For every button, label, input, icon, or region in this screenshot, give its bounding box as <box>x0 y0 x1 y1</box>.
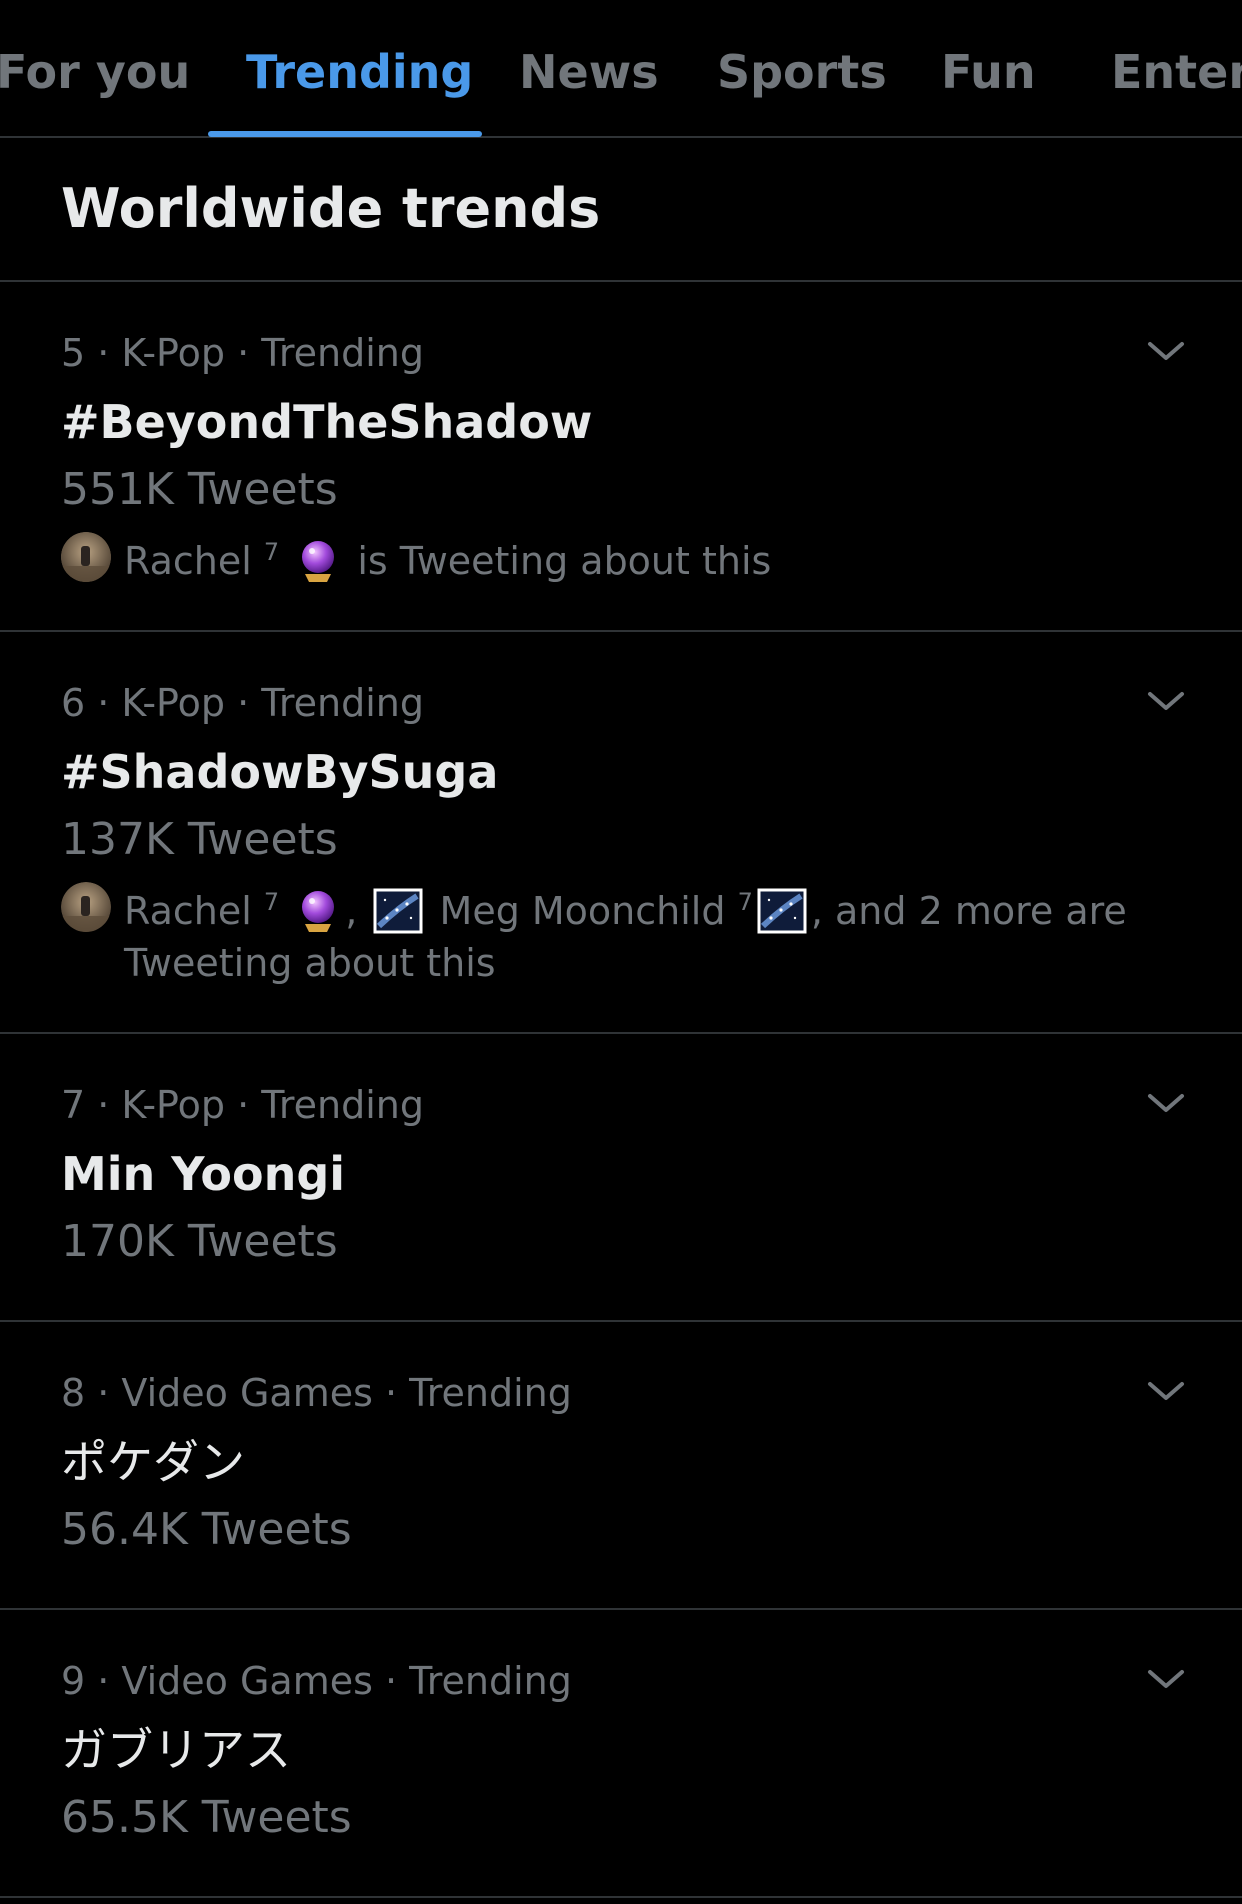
user-name[interactable]: Rachel <box>124 889 252 933</box>
user-badge: 7 <box>263 888 280 916</box>
active-tab-indicator <box>208 131 482 137</box>
tweet-count: 551K Tweets <box>61 464 338 515</box>
user-name[interactable]: Meg Moonchild <box>440 889 726 933</box>
tab-for-you[interactable]: For you <box>0 42 190 102</box>
trend-item[interactable]: 9 · Video Games · Trending ガブリアス 65.5K T… <box>0 1610 1242 1898</box>
trend-item[interactable]: 8 · Video Games · Trending ポケダン 56.4K Tw… <box>0 1322 1242 1610</box>
tab-entertainment[interactable]: Entert <box>1111 42 1242 102</box>
tweet-count: 170K Tweets <box>61 1216 338 1267</box>
user-badge: 7 <box>263 538 280 566</box>
user-badge: 7 <box>737 888 753 916</box>
tab-bar: For you Trending News Sports Fun Entert <box>0 0 1242 138</box>
trend-meta: 6 · K-Pop · Trending <box>61 681 424 725</box>
trend-item[interactable]: 7 · K-Pop · Trending Min Yoongi 170K Twe… <box>0 1034 1242 1322</box>
trend-item[interactable]: 6 · K-Pop · Trending #ShadowBySuga 137K … <box>0 632 1242 1034</box>
user-name[interactable]: Rachel <box>124 539 252 583</box>
tab-sports[interactable]: Sports <box>717 42 887 102</box>
avatar[interactable] <box>61 532 111 582</box>
trend-name: ポケダン <box>61 1435 245 1489</box>
milky-way-emoji <box>373 888 423 934</box>
trend-name: ガブリアス <box>61 1723 291 1777</box>
tweet-count: 56.4K Tweets <box>61 1504 352 1555</box>
avatar[interactable] <box>61 882 111 932</box>
crystal-ball-emoji <box>302 541 335 582</box>
chevron-down-icon[interactable] <box>1144 336 1188 366</box>
social-context-tail: is Tweeting about this <box>357 539 772 583</box>
separator: , <box>345 889 358 933</box>
social-context-text: Rachel 7 , Meg Moonchild 7 , and 2 more … <box>124 876 1204 989</box>
page-title: Worldwide trends <box>61 177 601 240</box>
tab-news[interactable]: News <box>519 42 659 102</box>
trend-name: #ShadowBySuga <box>61 745 499 799</box>
trend-meta: 8 · Video Games · Trending <box>61 1371 572 1415</box>
tab-trending[interactable]: Trending <box>246 42 473 102</box>
trend-item[interactable]: 5 · K-Pop · Trending #BeyondTheShadow 55… <box>0 282 1242 632</box>
milky-way-emoji <box>757 888 807 934</box>
tweet-count: 137K Tweets <box>61 814 338 865</box>
section-header: Worldwide trends <box>0 138 1242 282</box>
trend-meta: 7 · K-Pop · Trending <box>61 1083 424 1127</box>
chevron-down-icon[interactable] <box>1144 686 1188 716</box>
crystal-ball-emoji <box>302 891 335 932</box>
trend-meta: 5 · K-Pop · Trending <box>61 331 424 375</box>
trend-meta: 9 · Video Games · Trending <box>61 1659 572 1703</box>
chevron-down-icon[interactable] <box>1144 1376 1188 1406</box>
trend-name: Min Yoongi <box>61 1147 346 1201</box>
tab-fun[interactable]: Fun <box>941 42 1036 102</box>
tweet-count: 65.5K Tweets <box>61 1792 352 1843</box>
social-context-text: Rachel 7 is Tweeting about this <box>124 526 1204 587</box>
chevron-down-icon[interactable] <box>1144 1088 1188 1118</box>
trend-name: #BeyondTheShadow <box>61 395 593 449</box>
chevron-down-icon[interactable] <box>1144 1664 1188 1694</box>
